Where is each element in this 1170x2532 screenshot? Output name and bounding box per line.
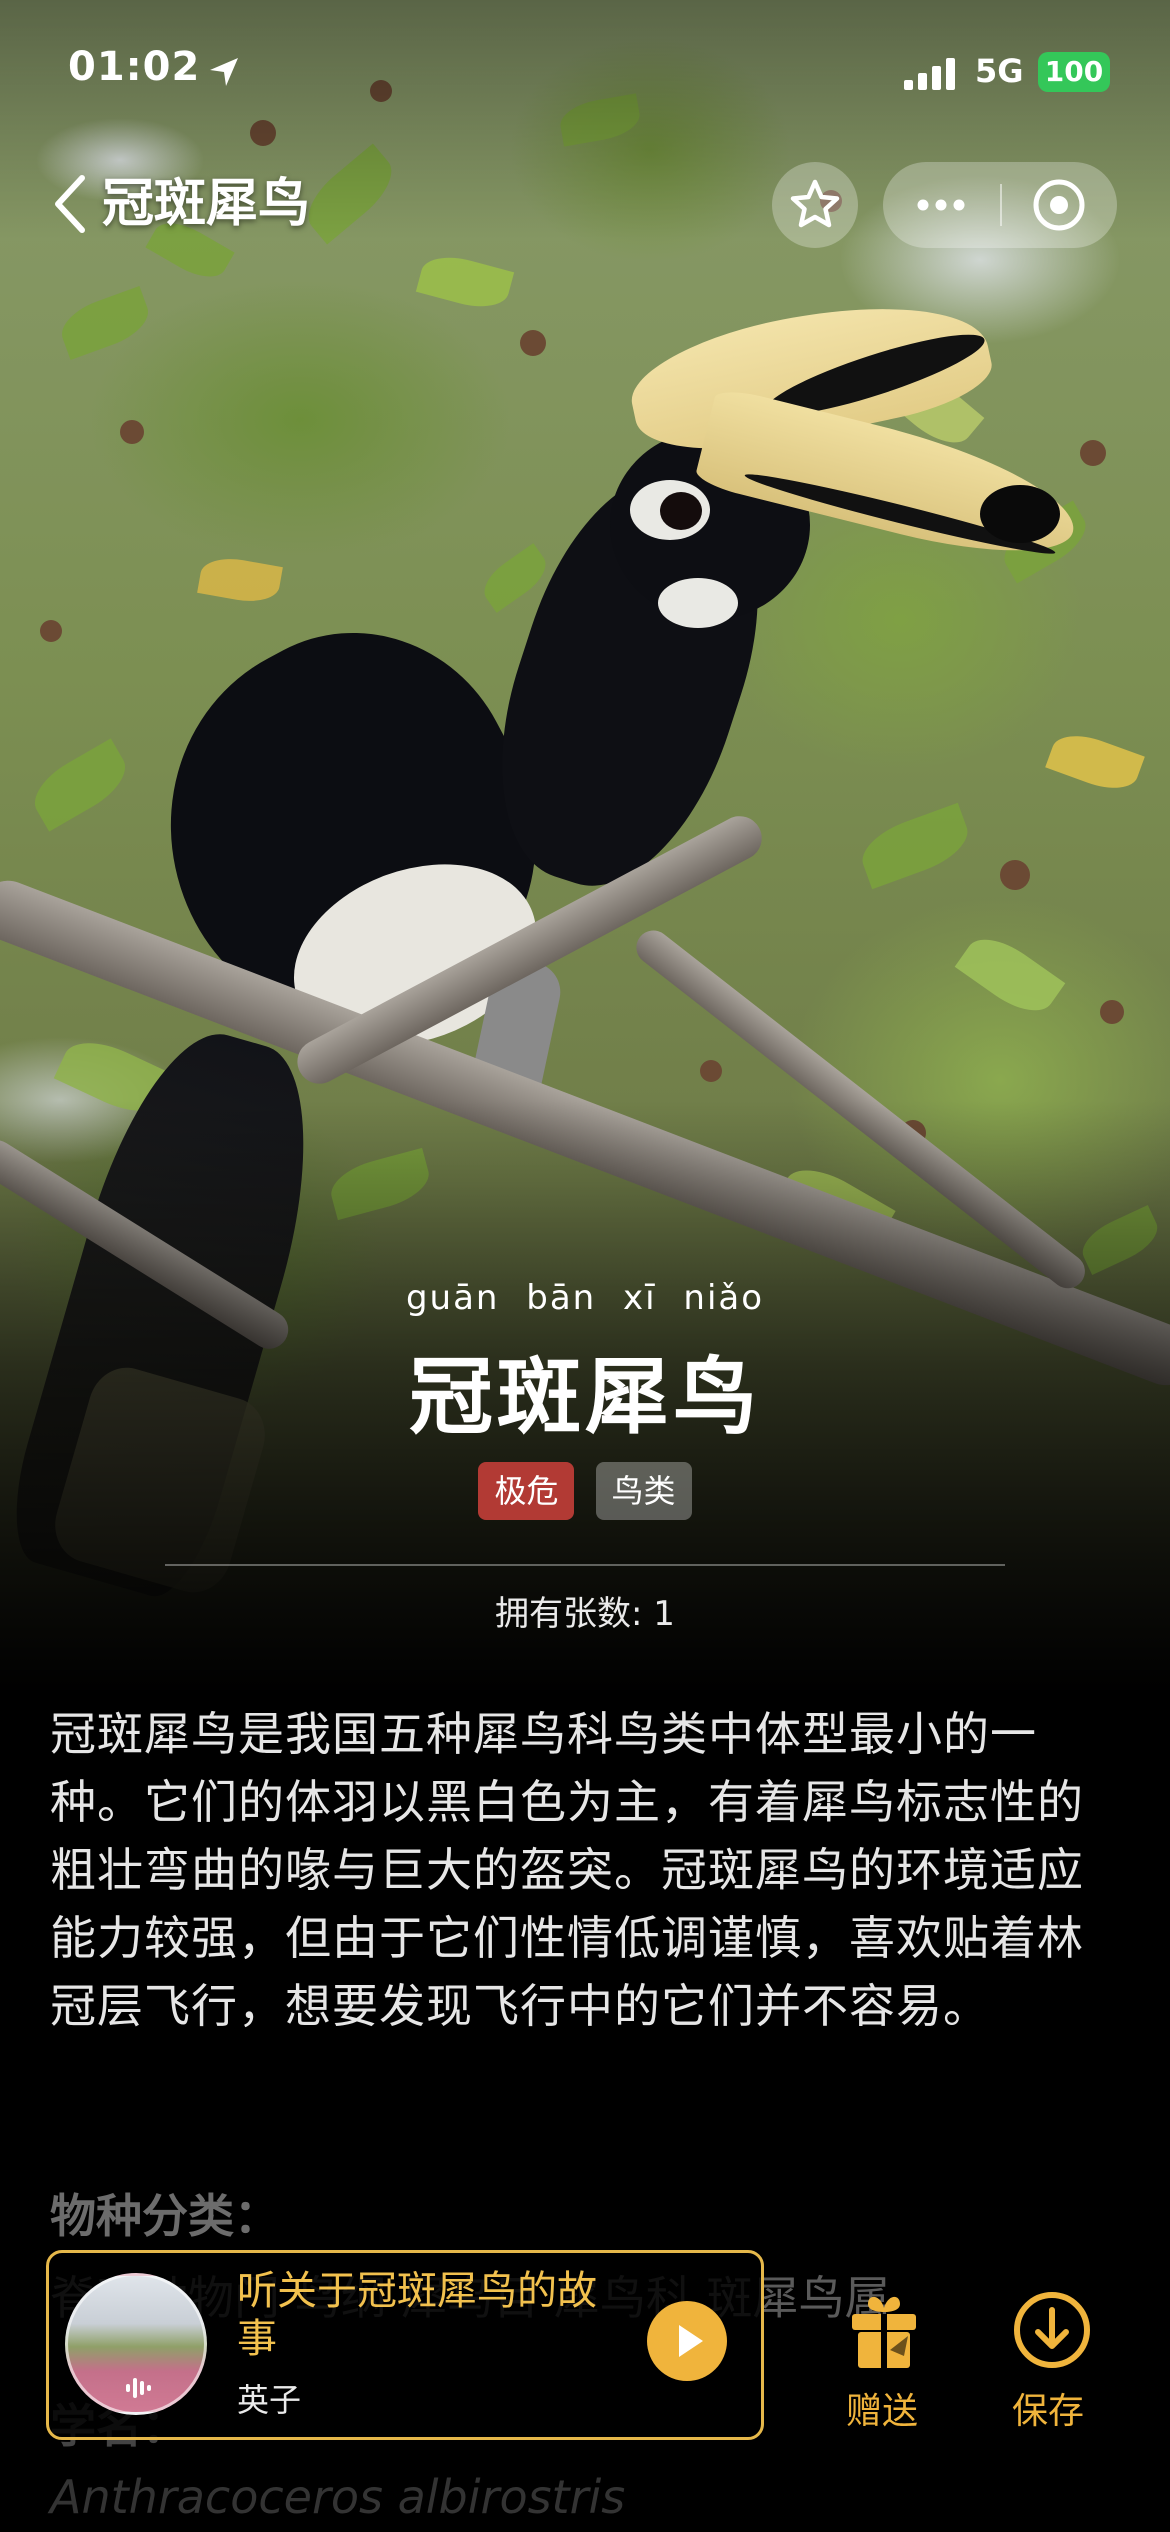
save-label: 保存 (1011, 2391, 1084, 2432)
audio-cover (65, 2273, 207, 2415)
scientific-name-value: Anthracoceros albirostris (50, 2470, 626, 2524)
signal-icon (904, 58, 955, 90)
audio-title: 听关于冠斑犀鸟的故事 (237, 2268, 597, 2362)
category-badge: 鸟类 (595, 1462, 692, 1520)
battery-indicator: 100 (1038, 52, 1110, 92)
save-button[interactable]: 保存 (998, 2290, 1098, 2432)
nav-bar: 冠斑犀鸟 (0, 150, 1170, 260)
more-button[interactable] (883, 162, 1000, 248)
card-count: 拥有张数: 1 (495, 1594, 675, 1634)
status-bar: 01:02 5G 100 (0, 0, 1170, 140)
network-type: 5G (975, 52, 1024, 90)
species-pinyin: guān bān xī niǎo (405, 1278, 765, 1318)
gift-button[interactable]: 赠送 (832, 2290, 932, 2432)
more-dots-icon (917, 199, 965, 211)
star-icon (790, 179, 840, 228)
sound-wave-icon (126, 2378, 151, 2398)
divider (165, 1564, 1005, 1566)
favorite-button[interactable] (772, 162, 858, 248)
classification-label: 物种分类： (50, 2189, 280, 2243)
target-icon (1033, 179, 1085, 231)
species-tags: 极危 鸟类 (0, 1462, 1170, 1520)
chevron-left-icon (55, 175, 85, 233)
close-miniapp-button[interactable] (1001, 162, 1117, 248)
species-name: 冠斑犀鸟 (408, 1348, 761, 1446)
back-button[interactable] (50, 172, 100, 236)
audio-author: 英子 (237, 2381, 302, 2419)
gift-label: 赠送 (845, 2391, 918, 2432)
status-badge: 极危 (478, 1462, 575, 1520)
species-description: 冠斑犀鸟是我国五种犀鸟科鸟类中体型最小的一种。它们的体羽以黑白色为主，有着犀鸟标… (50, 1707, 1084, 2033)
gift-icon (852, 2296, 916, 2368)
page-title: 冠斑犀鸟 (102, 174, 311, 234)
miniapp-capsule (883, 162, 1117, 248)
audio-story-card[interactable]: 听关于冠斑犀鸟的故事 英子 (46, 2250, 764, 2440)
download-icon (1014, 2292, 1090, 2368)
location-arrow-icon (210, 58, 238, 86)
play-button[interactable] (647, 2301, 727, 2381)
play-icon (679, 2325, 703, 2357)
status-time: 01:02 (68, 44, 201, 90)
